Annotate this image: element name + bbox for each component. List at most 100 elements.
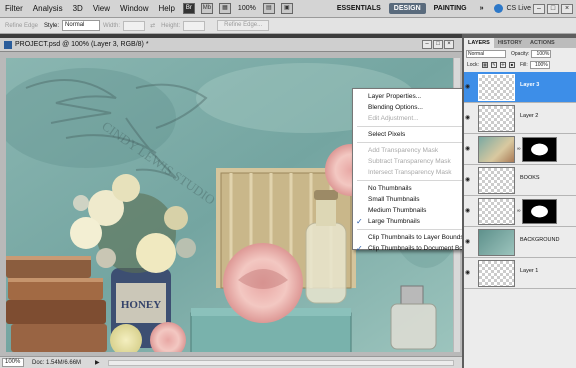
layer-thumbnail[interactable] — [478, 74, 515, 101]
context-menu-item-label: Select Pixels — [368, 131, 406, 138]
menu-3d[interactable]: 3D — [68, 4, 88, 13]
menu-analysis[interactable]: Analysis — [28, 4, 68, 13]
layer-mask-thumbnail[interactable] — [522, 137, 557, 162]
doc-size-info[interactable]: Doc: 1.54M/6.66M — [32, 360, 81, 366]
opacity-field[interactable]: 100% — [531, 50, 552, 58]
lock-all-icon[interactable]: ■ — [508, 62, 515, 68]
height-field[interactable] — [183, 20, 206, 31]
screen-mode-icon[interactable]: ▣ — [280, 3, 293, 14]
cs-live-button[interactable]: CS Live — [494, 4, 531, 13]
document-icon — [4, 40, 12, 49]
close-icon[interactable]: × — [561, 3, 573, 14]
zoom-field[interactable]: 100% — [2, 358, 24, 367]
fill-label: Fill: — [519, 62, 528, 68]
tab-layers[interactable]: LAYERS — [464, 38, 494, 48]
eye-icon[interactable]: ◉ — [465, 145, 473, 153]
layer-row[interactable]: ◉ Layer 1 — [464, 258, 576, 289]
layer-row[interactable]: ◉ BOOKS — [464, 165, 576, 196]
blend-mode-select[interactable]: Normal — [466, 50, 506, 58]
refine-edge-button[interactable]: Refine Edge... — [217, 20, 270, 31]
workspace-painting[interactable]: PAINTING — [429, 3, 472, 14]
width-field[interactable] — [123, 20, 146, 31]
doc-restore-icon[interactable]: □ — [433, 40, 443, 49]
layer-row[interactable]: ◉ Layer 3 — [464, 72, 576, 103]
layer-thumbnail[interactable] — [478, 105, 515, 132]
checkmark-icon: ✓ — [356, 244, 363, 253]
workspace-more-button[interactable]: » — [475, 3, 489, 14]
lock-position-icon[interactable]: ✛ — [499, 62, 506, 68]
workspace-design[interactable]: DESIGN — [388, 3, 426, 14]
doc-close-icon[interactable]: × — [444, 40, 454, 49]
layer-row[interactable]: ◉ BACKGROUND — [464, 227, 576, 258]
eye-icon[interactable]: ◉ — [465, 269, 473, 277]
height-label: Height: — [161, 22, 181, 29]
layer-name: Layer 2 — [520, 113, 539, 119]
grid-icon[interactable]: ▦ — [218, 3, 231, 14]
minimize-icon[interactable]: – — [533, 3, 545, 14]
cs-live-icon — [494, 4, 504, 13]
menu-filter[interactable]: Filter — [0, 4, 28, 13]
mask-link-icon[interactable]: ∞ — [517, 208, 521, 214]
tab-history[interactable]: HISTORY — [494, 38, 526, 48]
menu-help[interactable]: Help — [153, 4, 179, 13]
layer-thumbnail[interactable] — [478, 260, 515, 287]
context-menu-item-label: Blending Options... — [368, 104, 423, 111]
context-menu-item-label: Subtract Transparency Mask — [368, 158, 451, 165]
jar-label-text: HONEY — [121, 299, 161, 311]
context-menu-item-label: Layer Properties... — [368, 93, 422, 100]
style-label: Style: — [44, 22, 60, 29]
status-menu-arrow-icon[interactable]: ▶ — [95, 359, 100, 366]
swap-icon[interactable]: ⇄ — [150, 22, 155, 29]
fill-field[interactable]: 100% — [529, 61, 550, 69]
lock-label: Lock: — [467, 62, 479, 68]
eye-icon[interactable]: ◉ — [465, 207, 473, 215]
document-title: PROJECT.psd @ 100% (Layer 3, RGB/8) * — [15, 41, 149, 48]
doc-minimize-icon[interactable]: – — [422, 40, 432, 49]
zoom-level-dropdown[interactable]: 100% — [238, 5, 256, 12]
mask-link-icon[interactable]: ∞ — [517, 146, 521, 152]
arrange-icon[interactable]: ▤ — [262, 3, 275, 14]
layer-thumbnail[interactable] — [478, 136, 515, 163]
layer-thumbnail[interactable] — [478, 198, 515, 225]
width-label: Width: — [103, 22, 121, 29]
layer-mask-thumbnail[interactable] — [522, 199, 557, 224]
layer-thumbnail[interactable] — [478, 167, 515, 194]
context-menu-item-label: Intersect Transparency Mask — [368, 169, 452, 176]
maximize-icon[interactable]: □ — [547, 3, 559, 14]
layer-name: Layer 1 — [520, 268, 539, 274]
layer-row[interactable]: ◉ ∞ — [464, 134, 576, 165]
menu-window[interactable]: Window — [115, 4, 153, 13]
eye-icon[interactable]: ◉ — [465, 114, 473, 122]
horizontal-scrollbar[interactable] — [107, 359, 454, 366]
minibridge-icon[interactable]: Mb — [200, 3, 213, 14]
menu-bar: Filter Analysis 3D View Window Help Br M… — [0, 0, 576, 18]
context-menu-item-label: Clip Thumbnails to Layer Bounds — [368, 234, 464, 241]
layer-row[interactable]: ◉ ∞ — [464, 196, 576, 227]
context-menu-item-label: Small Thumbnails — [368, 196, 420, 203]
menu-view[interactable]: View — [88, 4, 115, 13]
status-bar: 100% Doc: 1.54M/6.66M ▶ — [0, 356, 462, 368]
eye-icon[interactable]: ◉ — [465, 238, 473, 246]
panel-tabs: LAYERS HISTORY ACTIONS — [464, 38, 576, 48]
layer-row[interactable]: ◉ Layer 2 — [464, 103, 576, 134]
tab-actions[interactable]: ACTIONS — [526, 38, 559, 48]
layers-list: ◉ Layer 3 ◉ Layer 2 ◉ ∞ ◉ BOOKS ◉ ∞ ◉ BACKGROUND ◉ La… — [464, 72, 576, 289]
context-menu-item-label: No Thumbnails — [368, 185, 412, 192]
options-bar: Refine Edge Style: Normal Width: ⇄ Heigh… — [0, 18, 576, 34]
eye-icon[interactable]: ◉ — [465, 176, 473, 184]
layer-name: Layer 3 — [520, 82, 540, 88]
cs-live-label: CS Live — [506, 5, 531, 12]
workspace-essentials[interactable]: ESSENTIALS — [332, 3, 386, 14]
document-tab[interactable]: PROJECT.psd @ 100% (Layer 3, RGB/8) * – … — [0, 38, 462, 52]
ps-icon[interactable]: Br — [182, 3, 195, 14]
eye-icon[interactable]: ◉ — [465, 83, 473, 91]
context-menu-item-label: Medium Thumbnails — [368, 207, 427, 214]
context-menu-item-label: Large Thumbnails — [368, 218, 420, 225]
lock-transparent-icon[interactable]: ▦ — [481, 62, 488, 68]
style-select[interactable]: Normal — [62, 20, 101, 31]
lock-fill-row: Lock: ▦ ✎ ✛ ■ Fill: 100% — [466, 60, 574, 70]
layer-thumbnail[interactable] — [478, 229, 515, 256]
lock-image-icon[interactable]: ✎ — [490, 62, 497, 68]
layer-name: BACKGROUND — [520, 237, 560, 243]
blend-opacity-row: Normal Opacity: 100% — [466, 49, 574, 59]
